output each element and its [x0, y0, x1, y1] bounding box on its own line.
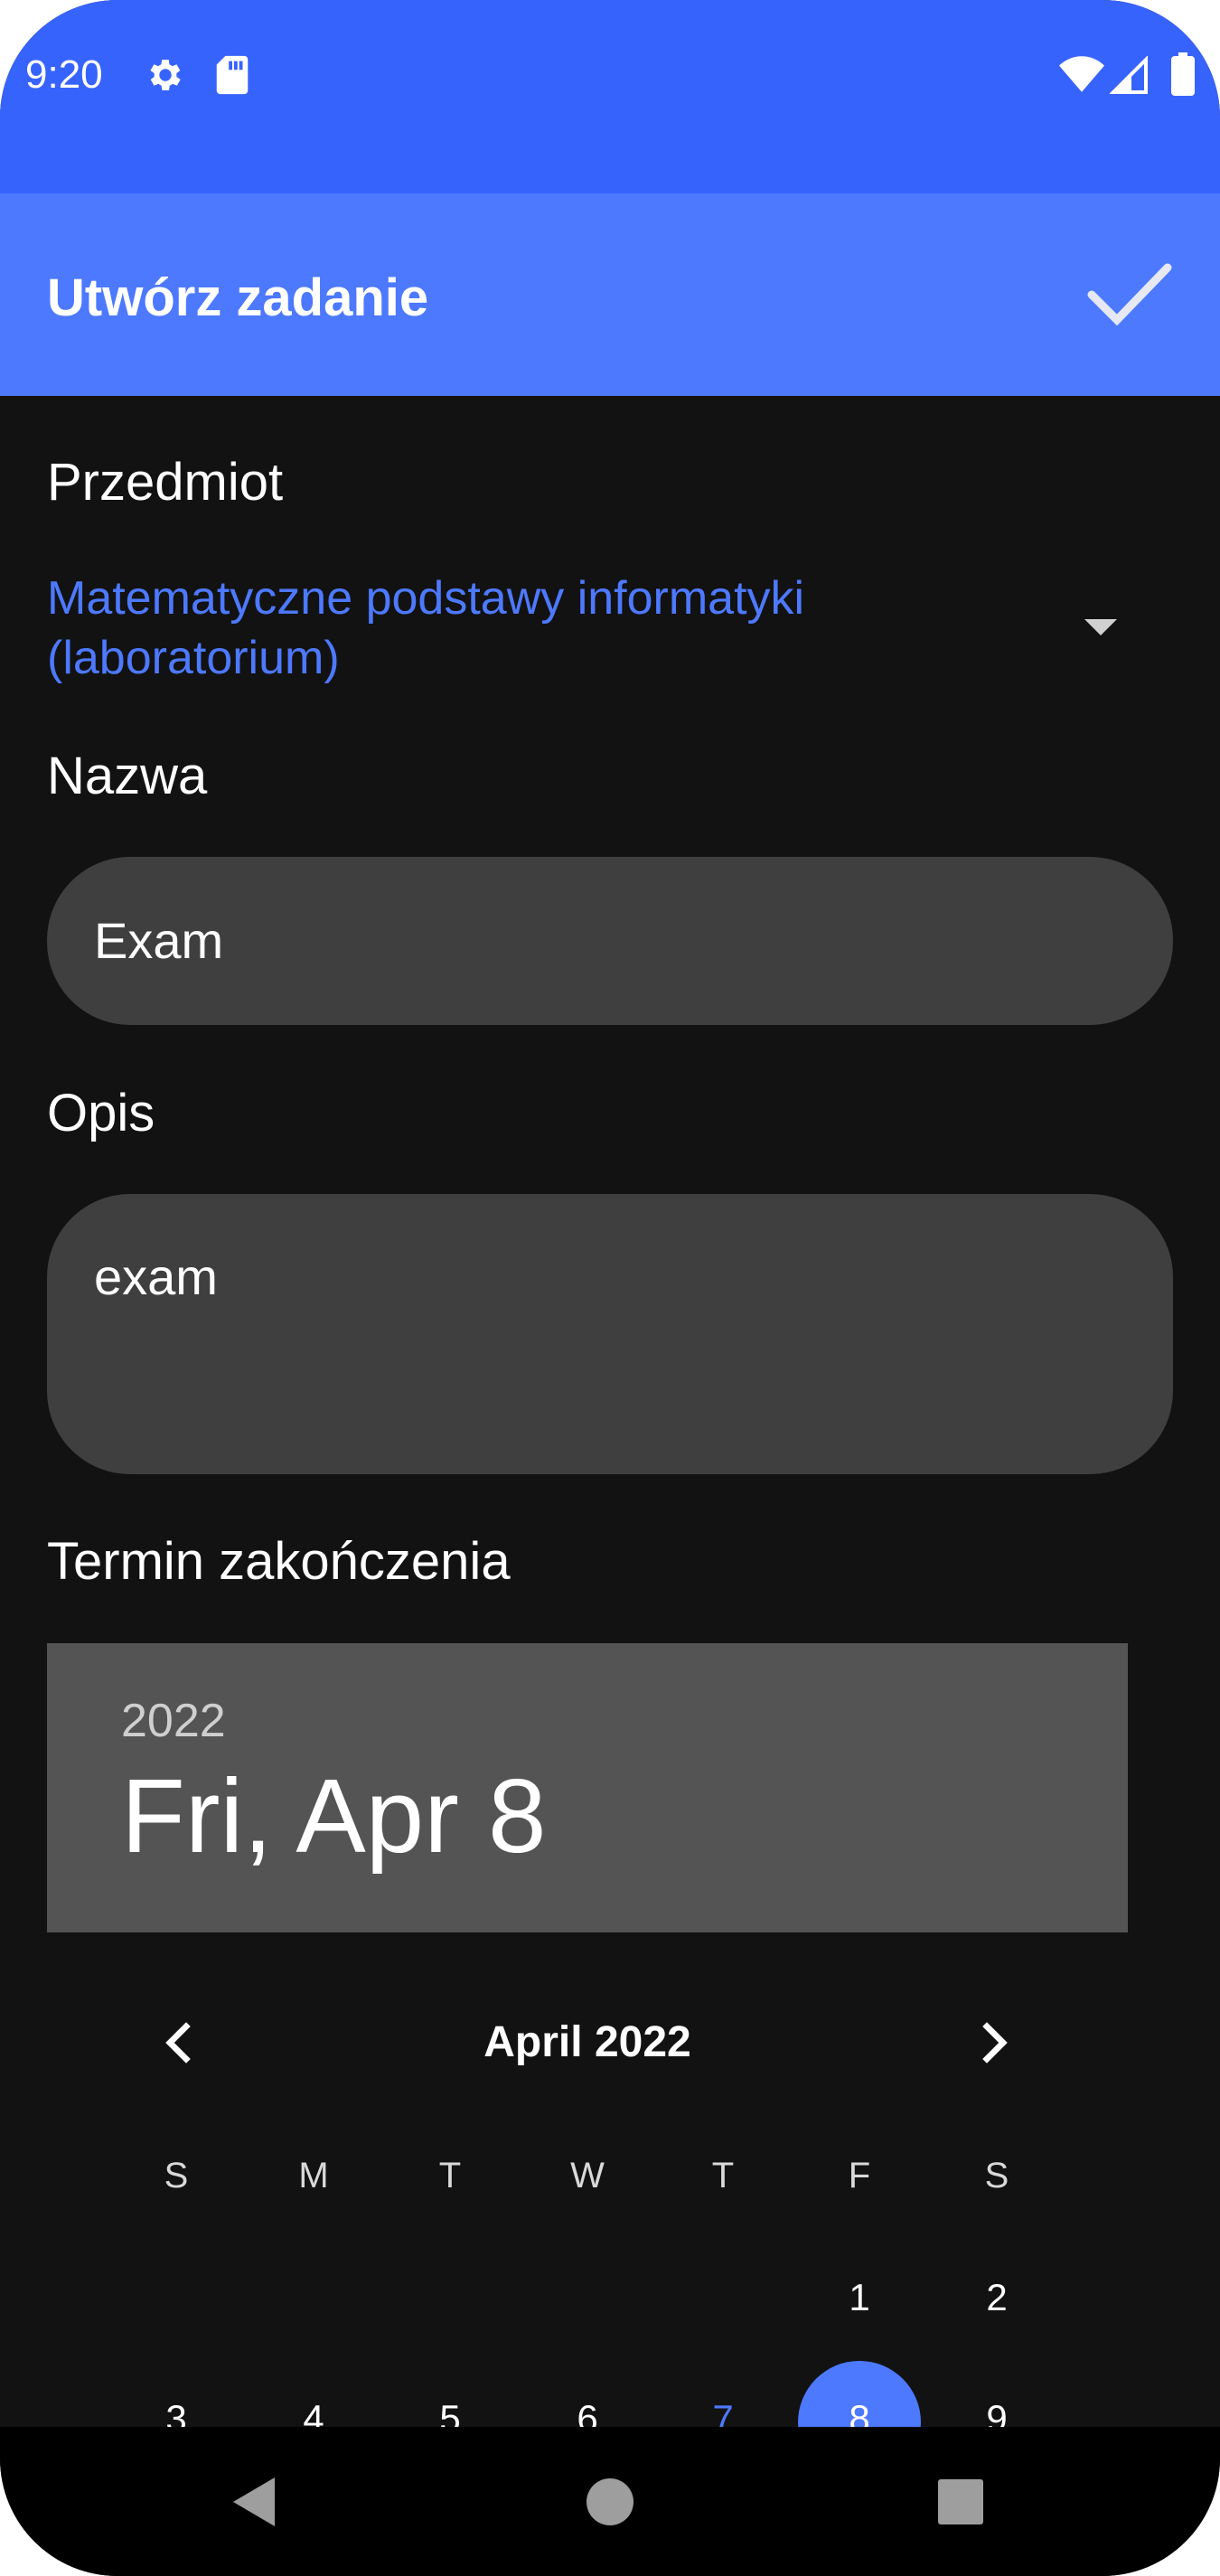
subject-label: Przedmiot — [47, 453, 284, 512]
phone-screen: 9:20 Utwórz zadanie Przedmiot Matematycz… — [0, 0, 1220, 2576]
deadline-label: Termin zakończenia — [47, 1532, 511, 1591]
confirm-button[interactable] — [1075, 244, 1184, 345]
weekday-wednesday: W — [570, 2156, 605, 2195]
chevron-right-icon — [982, 2022, 1008, 2064]
status-bar: 9:20 — [0, 0, 1220, 193]
signal-icon — [1109, 55, 1150, 99]
recents-icon[interactable] — [938, 2479, 983, 2529]
description-input[interactable]: exam — [47, 1194, 1173, 1474]
gear-icon — [145, 54, 186, 100]
page-title: Utwórz zadanie — [47, 268, 429, 327]
calendar-weekdays: S M T W T F S — [0, 2156, 1220, 2210]
calendar-day[interactable]: 1 — [814, 2276, 905, 2319]
dropdown-arrow-icon — [1084, 619, 1117, 635]
subject-value: Matematyczne podstawy informatyki (labor… — [47, 569, 1005, 688]
home-icon[interactable] — [586, 2477, 634, 2531]
calendar-month-header: April 2022 — [0, 1998, 1175, 2079]
date-picker-year[interactable]: 2022 — [121, 1694, 226, 1748]
name-input[interactable]: Exam — [47, 857, 1173, 1025]
name-label: Nazwa — [47, 747, 208, 805]
calendar-month-title: April 2022 — [483, 2018, 691, 2066]
weekday-sunday: S — [164, 2156, 189, 2195]
battery-icon — [1171, 52, 1195, 100]
description-label: Opis — [47, 1084, 155, 1142]
previous-month-button[interactable] — [141, 2007, 213, 2079]
app-bar: Utwórz zadanie — [0, 193, 1220, 396]
weekday-friday: F — [848, 2156, 871, 2195]
wifi-icon — [1059, 56, 1104, 99]
weekday-monday: M — [298, 2156, 329, 2195]
date-picker-selected-date: Fri, Apr 8 — [121, 1757, 547, 1875]
calendar-day[interactable]: 2 — [952, 2276, 1042, 2319]
status-time: 9:20 — [25, 52, 103, 97]
sd-card-icon — [213, 54, 251, 100]
subject-value-line2: (laboratorium) — [47, 632, 340, 684]
back-icon[interactable] — [231, 2476, 278, 2533]
subject-dropdown[interactable]: Matematyczne podstawy informatyki (labor… — [47, 565, 1177, 691]
system-nav-bar — [0, 2427, 1220, 2576]
weekday-thursday: T — [711, 2156, 735, 2195]
date-picker-header: 2022 Fri, Apr 8 — [47, 1643, 1128, 1932]
weekday-tuesday: T — [438, 2156, 462, 2195]
weekday-saturday: S — [984, 2156, 1009, 2195]
subject-value-line1: Matematyczne podstawy informatyki — [47, 572, 805, 625]
check-icon — [1087, 263, 1172, 326]
chevron-left-icon — [165, 2022, 191, 2064]
next-month-button[interactable] — [960, 2007, 1032, 2079]
